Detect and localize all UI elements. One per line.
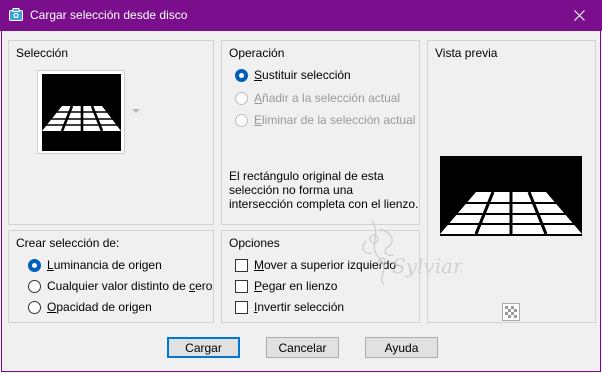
checkbox-label: Invertir selección: [254, 300, 345, 314]
close-button[interactable]: [556, 0, 602, 31]
selection-thumbnail-dropdown[interactable]: [37, 70, 125, 154]
operacion-label: Operación: [229, 46, 285, 60]
camera-icon: [9, 8, 23, 21]
ayuda-button[interactable]: Ayuda: [365, 337, 438, 358]
dialog-body: Selección Operación Sustituir selección …: [1, 31, 601, 372]
radio-button[interactable]: [235, 68, 248, 82]
radio-sustituir-seleccion[interactable]: Sustituir selección: [235, 68, 351, 82]
radio-label: Añadir a la selección actual: [254, 91, 401, 105]
checkerboard-icon[interactable]: [502, 303, 520, 321]
radio-label: Luminancia de origen: [47, 258, 162, 272]
radio-luminancia-origen[interactable]: Luminancia de origen: [28, 258, 162, 272]
title-bar[interactable]: Cargar selección desde disco: [0, 0, 602, 31]
radio-eliminar-seleccion[interactable]: Eliminar de la selección actual: [235, 113, 415, 127]
selection-thumbnail: [42, 74, 121, 151]
seleccion-label: Selección: [16, 46, 69, 60]
checkbox-pegar-en-lienzo[interactable]: Pegar en lienzo: [235, 279, 337, 293]
radio-button[interactable]: [28, 258, 41, 272]
checkbox-label: Pegar en lienzo: [254, 279, 338, 293]
intersection-warning-text: El rectángulo original de esta selección…: [229, 169, 419, 211]
checkbox[interactable]: [235, 300, 248, 314]
vista-previa-label: Vista previa: [435, 46, 498, 60]
radio-anadir-seleccion[interactable]: Añadir a la selección actual: [235, 91, 400, 105]
radio-label: Opacidad de origen: [47, 300, 152, 314]
seleccion-group: Selección: [8, 40, 214, 225]
checkbox[interactable]: [235, 279, 248, 293]
window-title: Cargar selección desde disco: [30, 8, 188, 22]
radio-label: Cualquier valor distinto de cero: [47, 279, 213, 293]
radio-button[interactable]: [28, 300, 41, 314]
radio-label: Eliminar de la selección actual: [254, 113, 416, 127]
radio-label: Sustituir selección: [254, 68, 351, 82]
checkbox-invertir-seleccion[interactable]: Invertir selección: [235, 300, 344, 314]
radio-button[interactable]: [235, 113, 248, 127]
watermark-logo: Sylviane: [362, 220, 462, 286]
crear-seleccion-group: Crear selección de: Luminancia de origen…: [8, 230, 214, 323]
radio-valor-distinto-cero[interactable]: Cualquier valor distinto de cero: [28, 279, 212, 293]
operacion-group: Operación Sustituir selección Añadir a l…: [221, 40, 420, 225]
cargar-button[interactable]: Cargar: [167, 337, 240, 358]
close-icon: [573, 10, 585, 21]
radio-button[interactable]: [28, 279, 41, 293]
opciones-label: Opciones: [229, 236, 280, 250]
crear-seleccion-label: Crear selección de:: [16, 236, 120, 250]
chevron-down-icon[interactable]: [132, 109, 140, 113]
svg-text:Sylviane: Sylviane: [392, 254, 462, 278]
cancelar-button[interactable]: Cancelar: [266, 337, 339, 358]
radio-opacidad-origen[interactable]: Opacidad de origen: [28, 300, 152, 314]
radio-button[interactable]: [235, 91, 248, 105]
checkbox[interactable]: [235, 258, 248, 272]
